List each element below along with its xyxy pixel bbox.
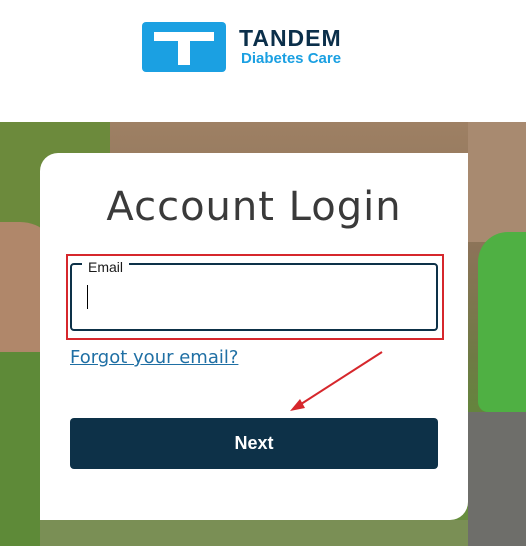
forgot-email-link[interactable]: Forgot your email? <box>70 347 238 368</box>
email-input[interactable] <box>90 282 424 314</box>
next-button[interactable]: Next <box>70 418 438 469</box>
email-label: Email <box>82 259 130 275</box>
site-header: TANDEM Diabetes Care <box>0 0 526 122</box>
tandem-logo-icon <box>142 22 226 72</box>
brand-name: TANDEM <box>239 25 342 51</box>
text-caret <box>87 285 88 309</box>
page-title: Account Login <box>106 184 402 230</box>
brand-tagline: Diabetes Care <box>241 50 342 67</box>
